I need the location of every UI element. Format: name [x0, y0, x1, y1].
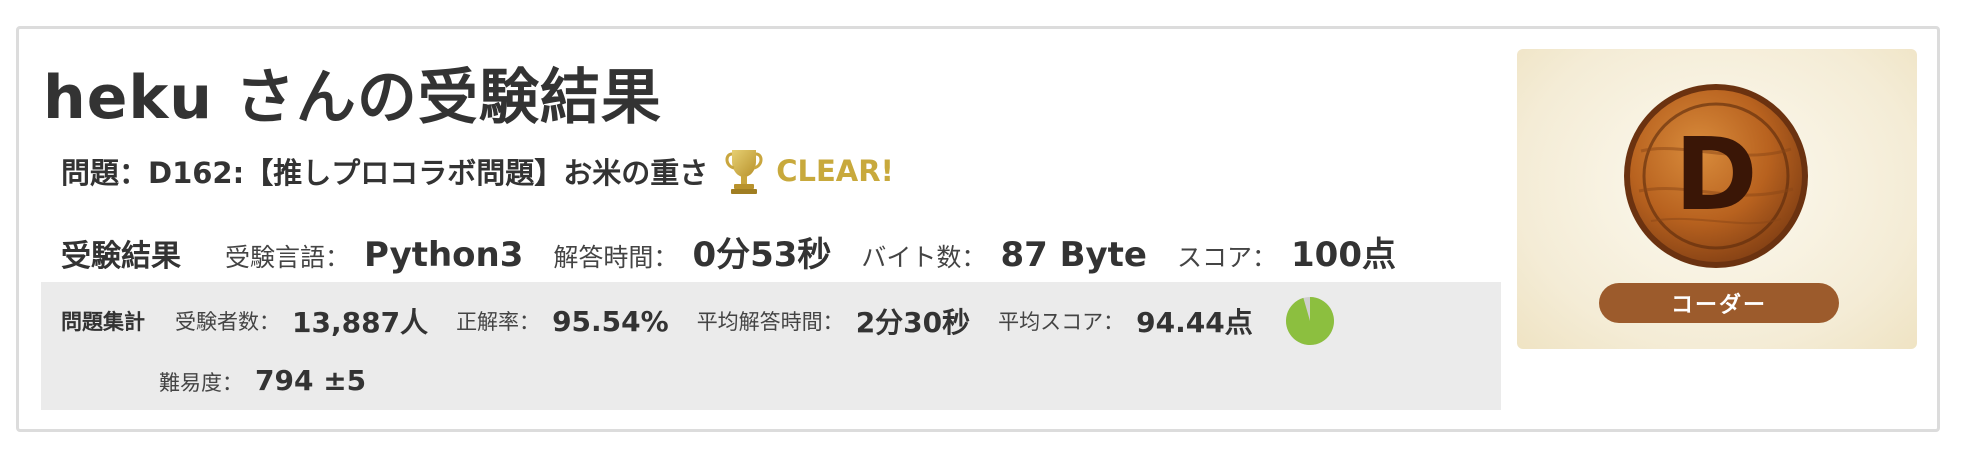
time-value: 0分53秒 — [692, 235, 832, 275]
problem-summary: 問題集計 受験者数： 13,887人 正解率： 95.54% 平均解答時間： 2… — [41, 282, 1501, 410]
examinees-label: 受験者数： — [175, 310, 280, 334]
difficulty-value: 794 ±5 — [255, 364, 367, 397]
avg-score-label: 平均スコア： — [998, 310, 1125, 334]
problem-title-link[interactable]: 問題：D162:【推しプロコラボ問題】お米の重さ — [61, 150, 708, 192]
rank-letter: D — [1674, 116, 1757, 233]
bytes-label: バイト数： — [861, 243, 987, 272]
accuracy-value: 95.54% — [552, 304, 669, 338]
difficulty-label: 難易度： — [159, 371, 243, 395]
avg-score-value: 94.44点 — [1136, 306, 1253, 339]
summary-row: 問題集計 受験者数： 13,887人 正解率： 95.54% 平均解答時間： 2… — [61, 296, 1335, 346]
rank-title-badge: コーダー — [1599, 283, 1839, 323]
accuracy-label: 正解率： — [456, 310, 541, 334]
summary-row-difficulty: 難易度： 794 ±5 — [159, 364, 394, 397]
avg-time-value: 2分30秒 — [855, 306, 971, 339]
result-row: 受験結果 受験言語： Python3 解答時間： 0分53秒 バイト数： 87 … — [61, 227, 1426, 276]
language-label: 受験言語： — [225, 243, 351, 272]
pie-correct-slice — [1285, 297, 1334, 345]
rank-medal-icon: D — [1624, 84, 1808, 268]
avg-time-label: 平均解答時間： — [696, 310, 844, 334]
language-value: Python3 — [364, 235, 524, 275]
page-title: heku さんの受験結果 — [43, 63, 662, 133]
summary-section-label: 問題集計 — [61, 310, 145, 334]
trophy-icon — [724, 147, 764, 195]
rank-panel: D コーダー — [1517, 49, 1917, 349]
result-section-label: 受験結果 — [61, 239, 181, 274]
problem-line: 問題：D162:【推しプロコラボ問題】お米の重さ CLEAR! — [61, 147, 894, 195]
time-label: 解答時間： — [553, 243, 679, 272]
score-label: スコア： — [1176, 243, 1277, 272]
bytes-value: 87 Byte — [1000, 235, 1147, 275]
result-card: heku さんの受験結果 問題：D162:【推しプロコラボ問題】お米の重さ CL… — [16, 26, 1940, 432]
score-value: 100点 — [1291, 235, 1396, 275]
accuracy-pie-chart — [1285, 297, 1334, 345]
clear-badge: CLEAR! — [776, 154, 894, 188]
examinees-value: 13,887人 — [292, 306, 429, 339]
